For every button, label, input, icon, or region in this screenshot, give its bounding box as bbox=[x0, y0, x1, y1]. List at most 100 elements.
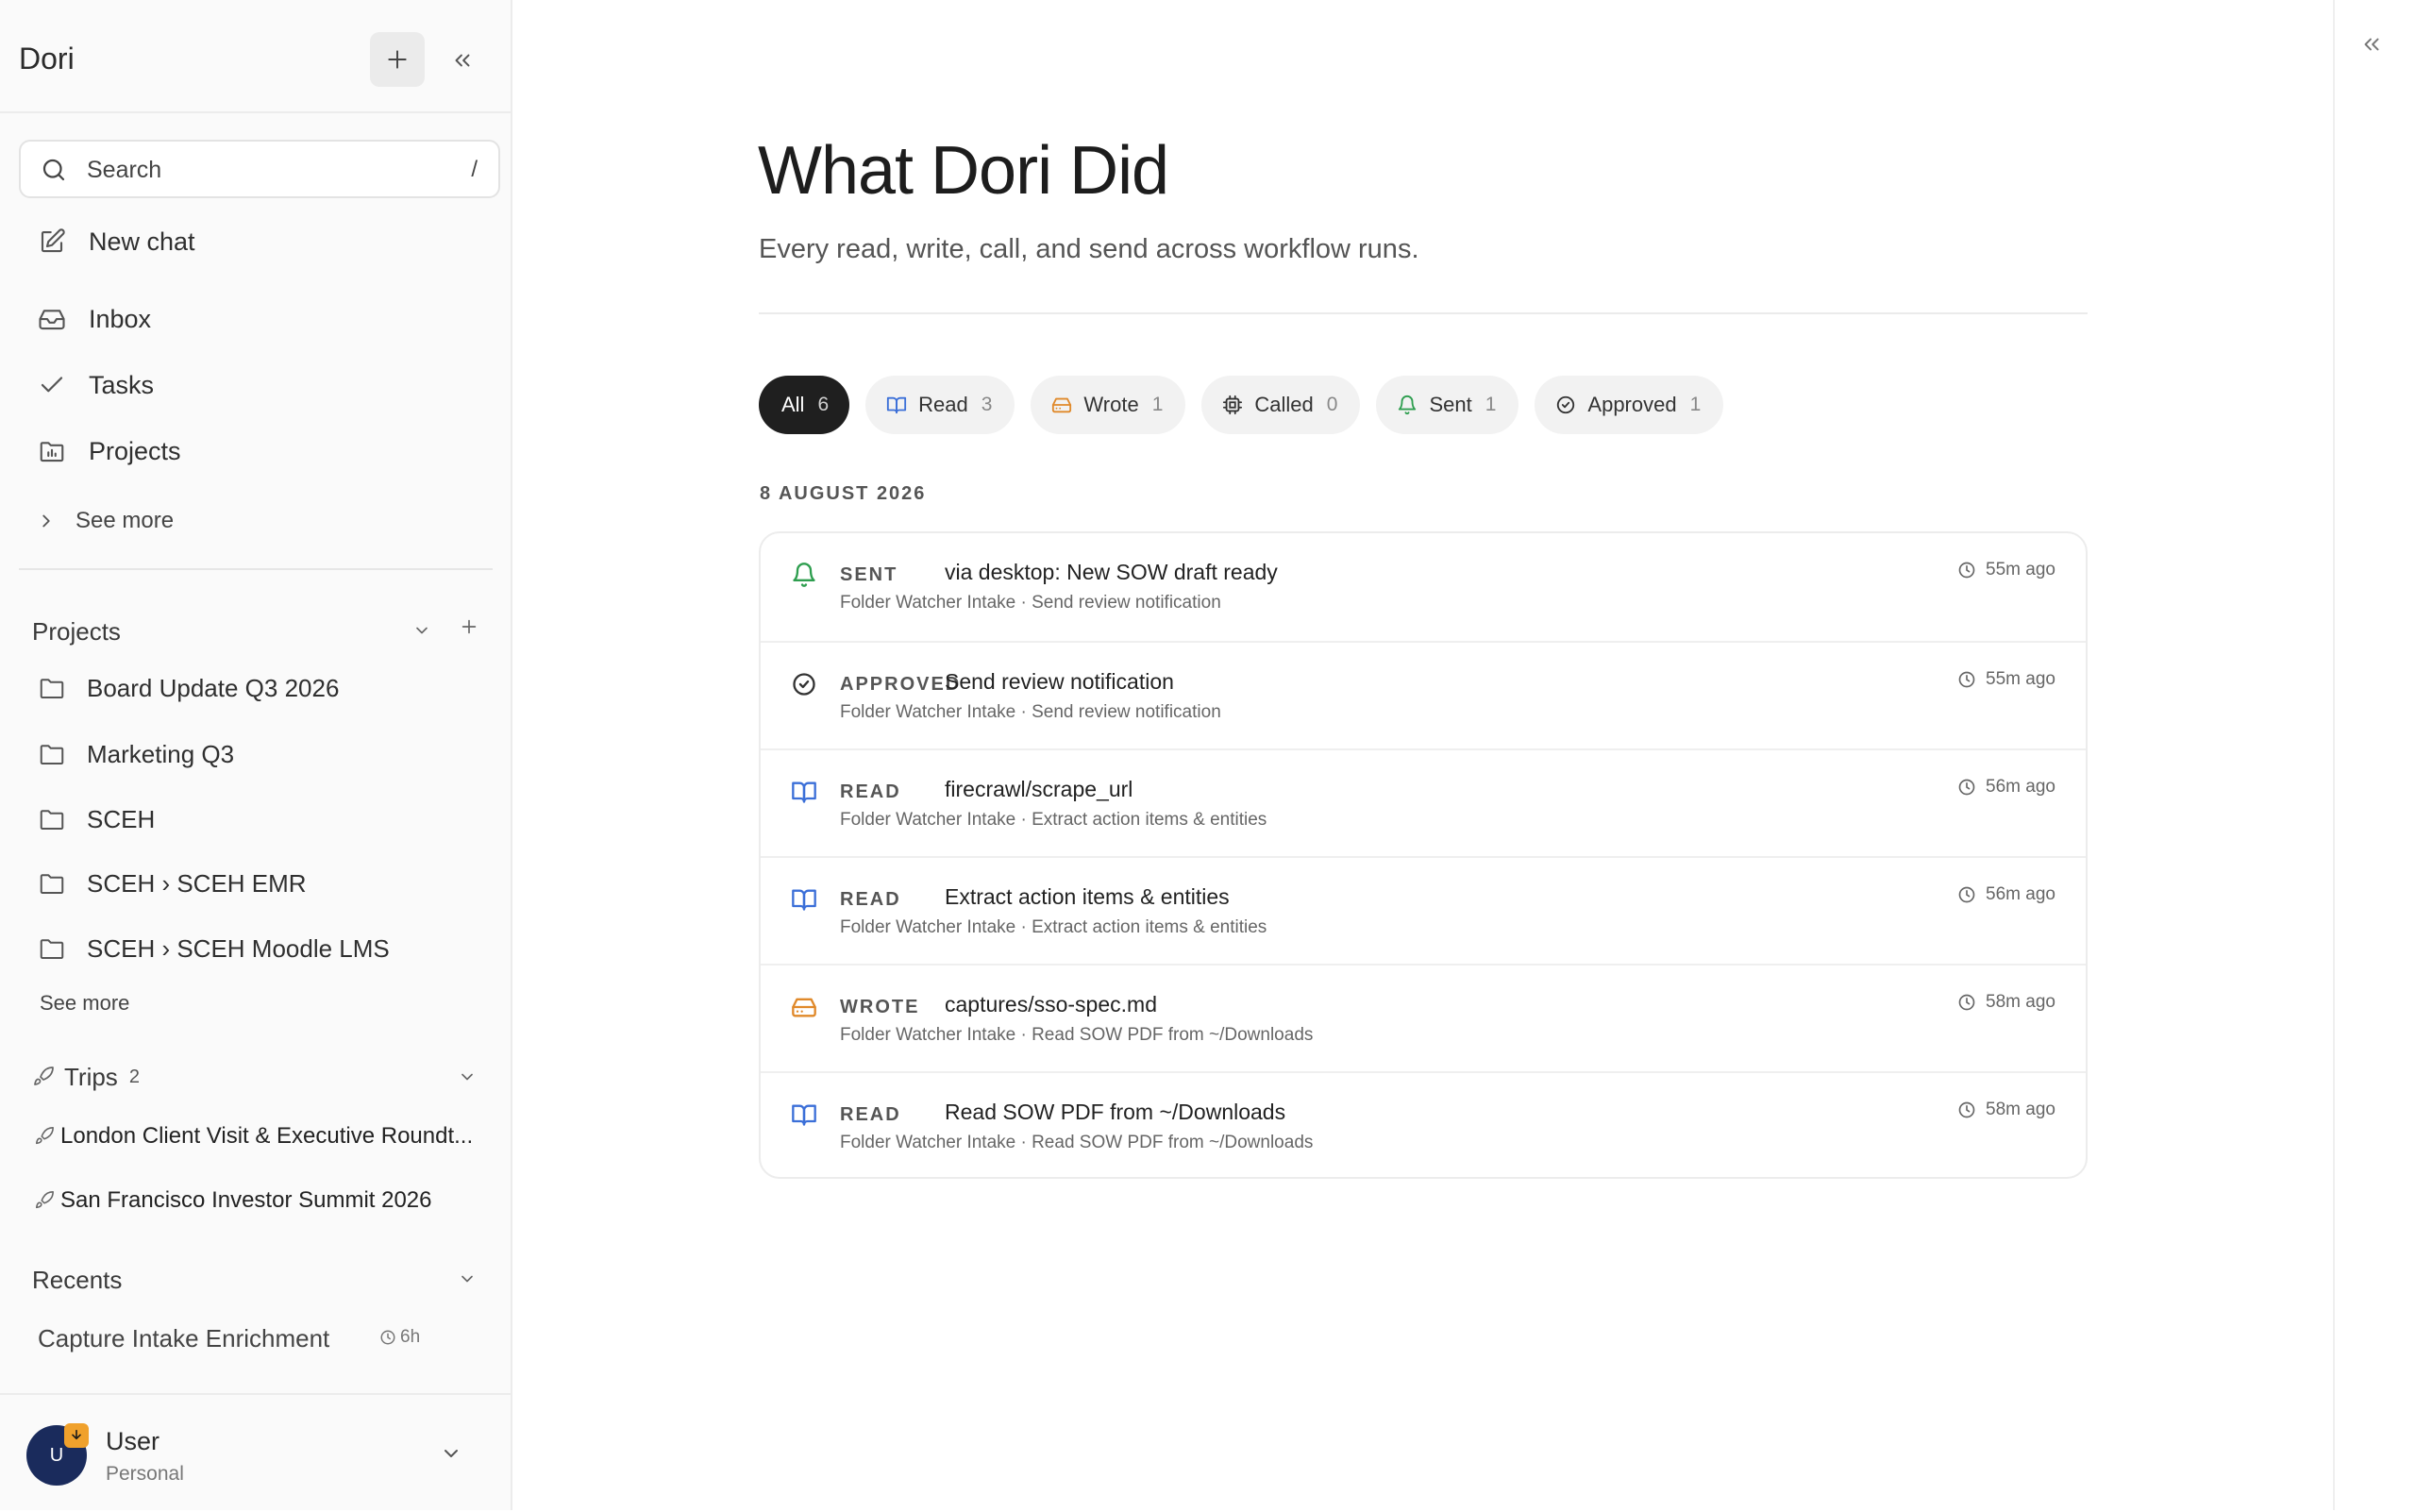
search-shortcut: / bbox=[471, 157, 478, 182]
check-circle-icon bbox=[791, 671, 817, 697]
add-project-button[interactable] bbox=[454, 612, 484, 642]
filter-approved[interactable]: Approved 1 bbox=[1535, 376, 1724, 434]
activity-title: captures/sso-spec.md bbox=[945, 992, 1157, 1016]
recent-time-label: 6h bbox=[400, 1327, 421, 1347]
nav-inbox[interactable]: Inbox bbox=[36, 298, 151, 340]
trip-item[interactable]: London Client Visit & Executive Roundt..… bbox=[34, 1117, 478, 1155]
right-panel-border bbox=[2333, 0, 2335, 1510]
plus-icon bbox=[388, 50, 407, 69]
bell-icon bbox=[791, 562, 817, 588]
activity-row[interactable]: APPROVED Send review notification Folder… bbox=[761, 641, 2086, 750]
activity-subtitle: Folder Watcher Intake · Extract action i… bbox=[840, 810, 1267, 830]
chevron-down-icon bbox=[461, 1275, 473, 1283]
plus-icon bbox=[461, 619, 477, 634]
project-item[interactable]: Marketing Q3 bbox=[36, 733, 234, 775]
app-name: Dori bbox=[19, 42, 75, 76]
clock-icon bbox=[1958, 562, 1975, 579]
see-more-nav[interactable]: See more bbox=[36, 502, 174, 540]
activity-time-label: 58m ago bbox=[1986, 992, 2055, 1012]
clock-icon bbox=[1958, 1101, 1975, 1118]
chevrons-left-icon bbox=[455, 54, 470, 67]
collapse-sidebar-button[interactable] bbox=[444, 42, 481, 79]
activity-time-label: 56m ago bbox=[1986, 777, 2055, 797]
collapse-trips-button[interactable] bbox=[452, 1062, 482, 1092]
new-item-button[interactable] bbox=[370, 32, 425, 87]
download-badge-icon bbox=[64, 1423, 89, 1448]
activity-row[interactable]: SENT via desktop: New SOW draft ready Fo… bbox=[761, 533, 2086, 641]
clock-icon bbox=[1958, 671, 1975, 688]
project-label: Board Update Q3 2026 bbox=[87, 673, 340, 702]
trip-item[interactable]: San Francisco Investor Summit 2026 bbox=[34, 1182, 478, 1219]
activity-time: 58m ago bbox=[1957, 1100, 2055, 1120]
activity-kind: WROTE bbox=[840, 997, 920, 1017]
nav-label: New chat bbox=[89, 227, 195, 256]
filter-all[interactable]: All 6 bbox=[759, 376, 850, 434]
activity-subtitle: Folder Watcher Intake · Send review noti… bbox=[840, 702, 1221, 722]
trips-title: Trips bbox=[64, 1062, 118, 1091]
filter-count: 0 bbox=[1326, 394, 1338, 415]
search-input[interactable]: Search / bbox=[19, 140, 500, 198]
nav-projects[interactable]: Projects bbox=[36, 430, 181, 472]
activity-row[interactable]: READ Read SOW PDF from ~/Downloads Folde… bbox=[761, 1071, 2086, 1177]
clock-icon bbox=[380, 1330, 395, 1345]
project-label: Marketing Q3 bbox=[87, 739, 235, 768]
filter-count: 6 bbox=[817, 394, 830, 415]
clock-icon bbox=[1958, 994, 1975, 1011]
project-item[interactable]: SCEH bbox=[36, 798, 155, 840]
filter-wrote[interactable]: Wrote 1 bbox=[1031, 376, 1186, 434]
activity-subtitle: Folder Watcher Intake · Send review noti… bbox=[840, 593, 1221, 613]
book-icon bbox=[791, 886, 817, 913]
divider bbox=[759, 312, 2088, 314]
recent-item[interactable]: Capture Intake Enrichment 6h bbox=[38, 1319, 434, 1357]
project-item[interactable]: SCEH › SCEH EMR bbox=[36, 863, 307, 904]
project-label: SCEH bbox=[87, 804, 156, 833]
clock-icon bbox=[1958, 886, 1975, 903]
recent-time: 6h bbox=[379, 1327, 420, 1348]
activity-time: 56m ago bbox=[1957, 884, 2055, 905]
folder-chart-icon bbox=[36, 435, 68, 467]
activity-time: 56m ago bbox=[1957, 777, 2055, 798]
activity-title: firecrawl/scrape_url bbox=[945, 777, 1133, 801]
activity-time-label: 55m ago bbox=[1986, 669, 2055, 689]
activity-row[interactable]: READ Extract action items & entities Fol… bbox=[761, 856, 2086, 966]
project-label: SCEH › SCEH Moodle LMS bbox=[87, 933, 390, 963]
collapse-recents-button[interactable] bbox=[452, 1264, 482, 1294]
expand-right-panel-button[interactable] bbox=[2359, 32, 2384, 57]
chevrons-left-icon bbox=[2364, 38, 2379, 51]
filter-label: Sent bbox=[1429, 393, 1472, 416]
filter-sent[interactable]: Sent 1 bbox=[1376, 376, 1519, 434]
activity-subtitle: Folder Watcher Intake · Read SOW PDF fro… bbox=[840, 1025, 1314, 1045]
trip-label: London Client Visit & Executive Roundt..… bbox=[60, 1123, 474, 1149]
collapse-projects-button[interactable] bbox=[407, 615, 437, 646]
folder-icon bbox=[36, 934, 68, 963]
trips-section-header[interactable]: Trips 2 bbox=[32, 1061, 140, 1093]
user-menu[interactable]: U User Personal bbox=[0, 1393, 511, 1512]
recent-label: Capture Intake Enrichment bbox=[38, 1323, 330, 1352]
nav-label: Inbox bbox=[89, 304, 152, 333]
edit-icon bbox=[36, 226, 68, 258]
filter-read[interactable]: Read 3 bbox=[865, 376, 1015, 434]
activity-row[interactable]: READ firecrawl/scrape_url Folder Watcher… bbox=[761, 748, 2086, 858]
filter-label: Wrote bbox=[1083, 393, 1139, 416]
trips-count: 2 bbox=[128, 1066, 140, 1087]
divider bbox=[19, 568, 493, 570]
nav-new-chat[interactable]: New chat bbox=[36, 221, 195, 262]
project-item[interactable]: Board Update Q3 2026 bbox=[36, 667, 339, 709]
activity-row[interactable]: WROTE captures/sso-spec.md Folder Watche… bbox=[761, 964, 2086, 1073]
project-item[interactable]: SCEH › SCEH Moodle LMS bbox=[36, 928, 390, 969]
date-heading: 8 AUGUST 2026 bbox=[760, 483, 927, 504]
folder-icon bbox=[36, 869, 68, 898]
filter-called[interactable]: Called 0 bbox=[1201, 376, 1361, 434]
activity-title: Extract action items & entities bbox=[945, 884, 1230, 909]
activity-subtitle: Folder Watcher Intake · Extract action i… bbox=[840, 917, 1267, 937]
trip-label: San Francisco Investor Summit 2026 bbox=[60, 1187, 432, 1213]
chevron-down-icon bbox=[416, 627, 428, 634]
clock-icon bbox=[1958, 779, 1975, 796]
see-more-projects[interactable]: See more bbox=[40, 991, 129, 1016]
filter-bar: All 6 Read 3 Wrote 1 Called 0 Sent 1 App… bbox=[759, 376, 1739, 434]
filter-count: 1 bbox=[1151, 394, 1164, 415]
activity-kind: APPROVED bbox=[840, 674, 962, 695]
activity-kind: SENT bbox=[840, 564, 898, 585]
book-icon bbox=[791, 779, 817, 805]
nav-tasks[interactable]: Tasks bbox=[36, 364, 154, 406]
